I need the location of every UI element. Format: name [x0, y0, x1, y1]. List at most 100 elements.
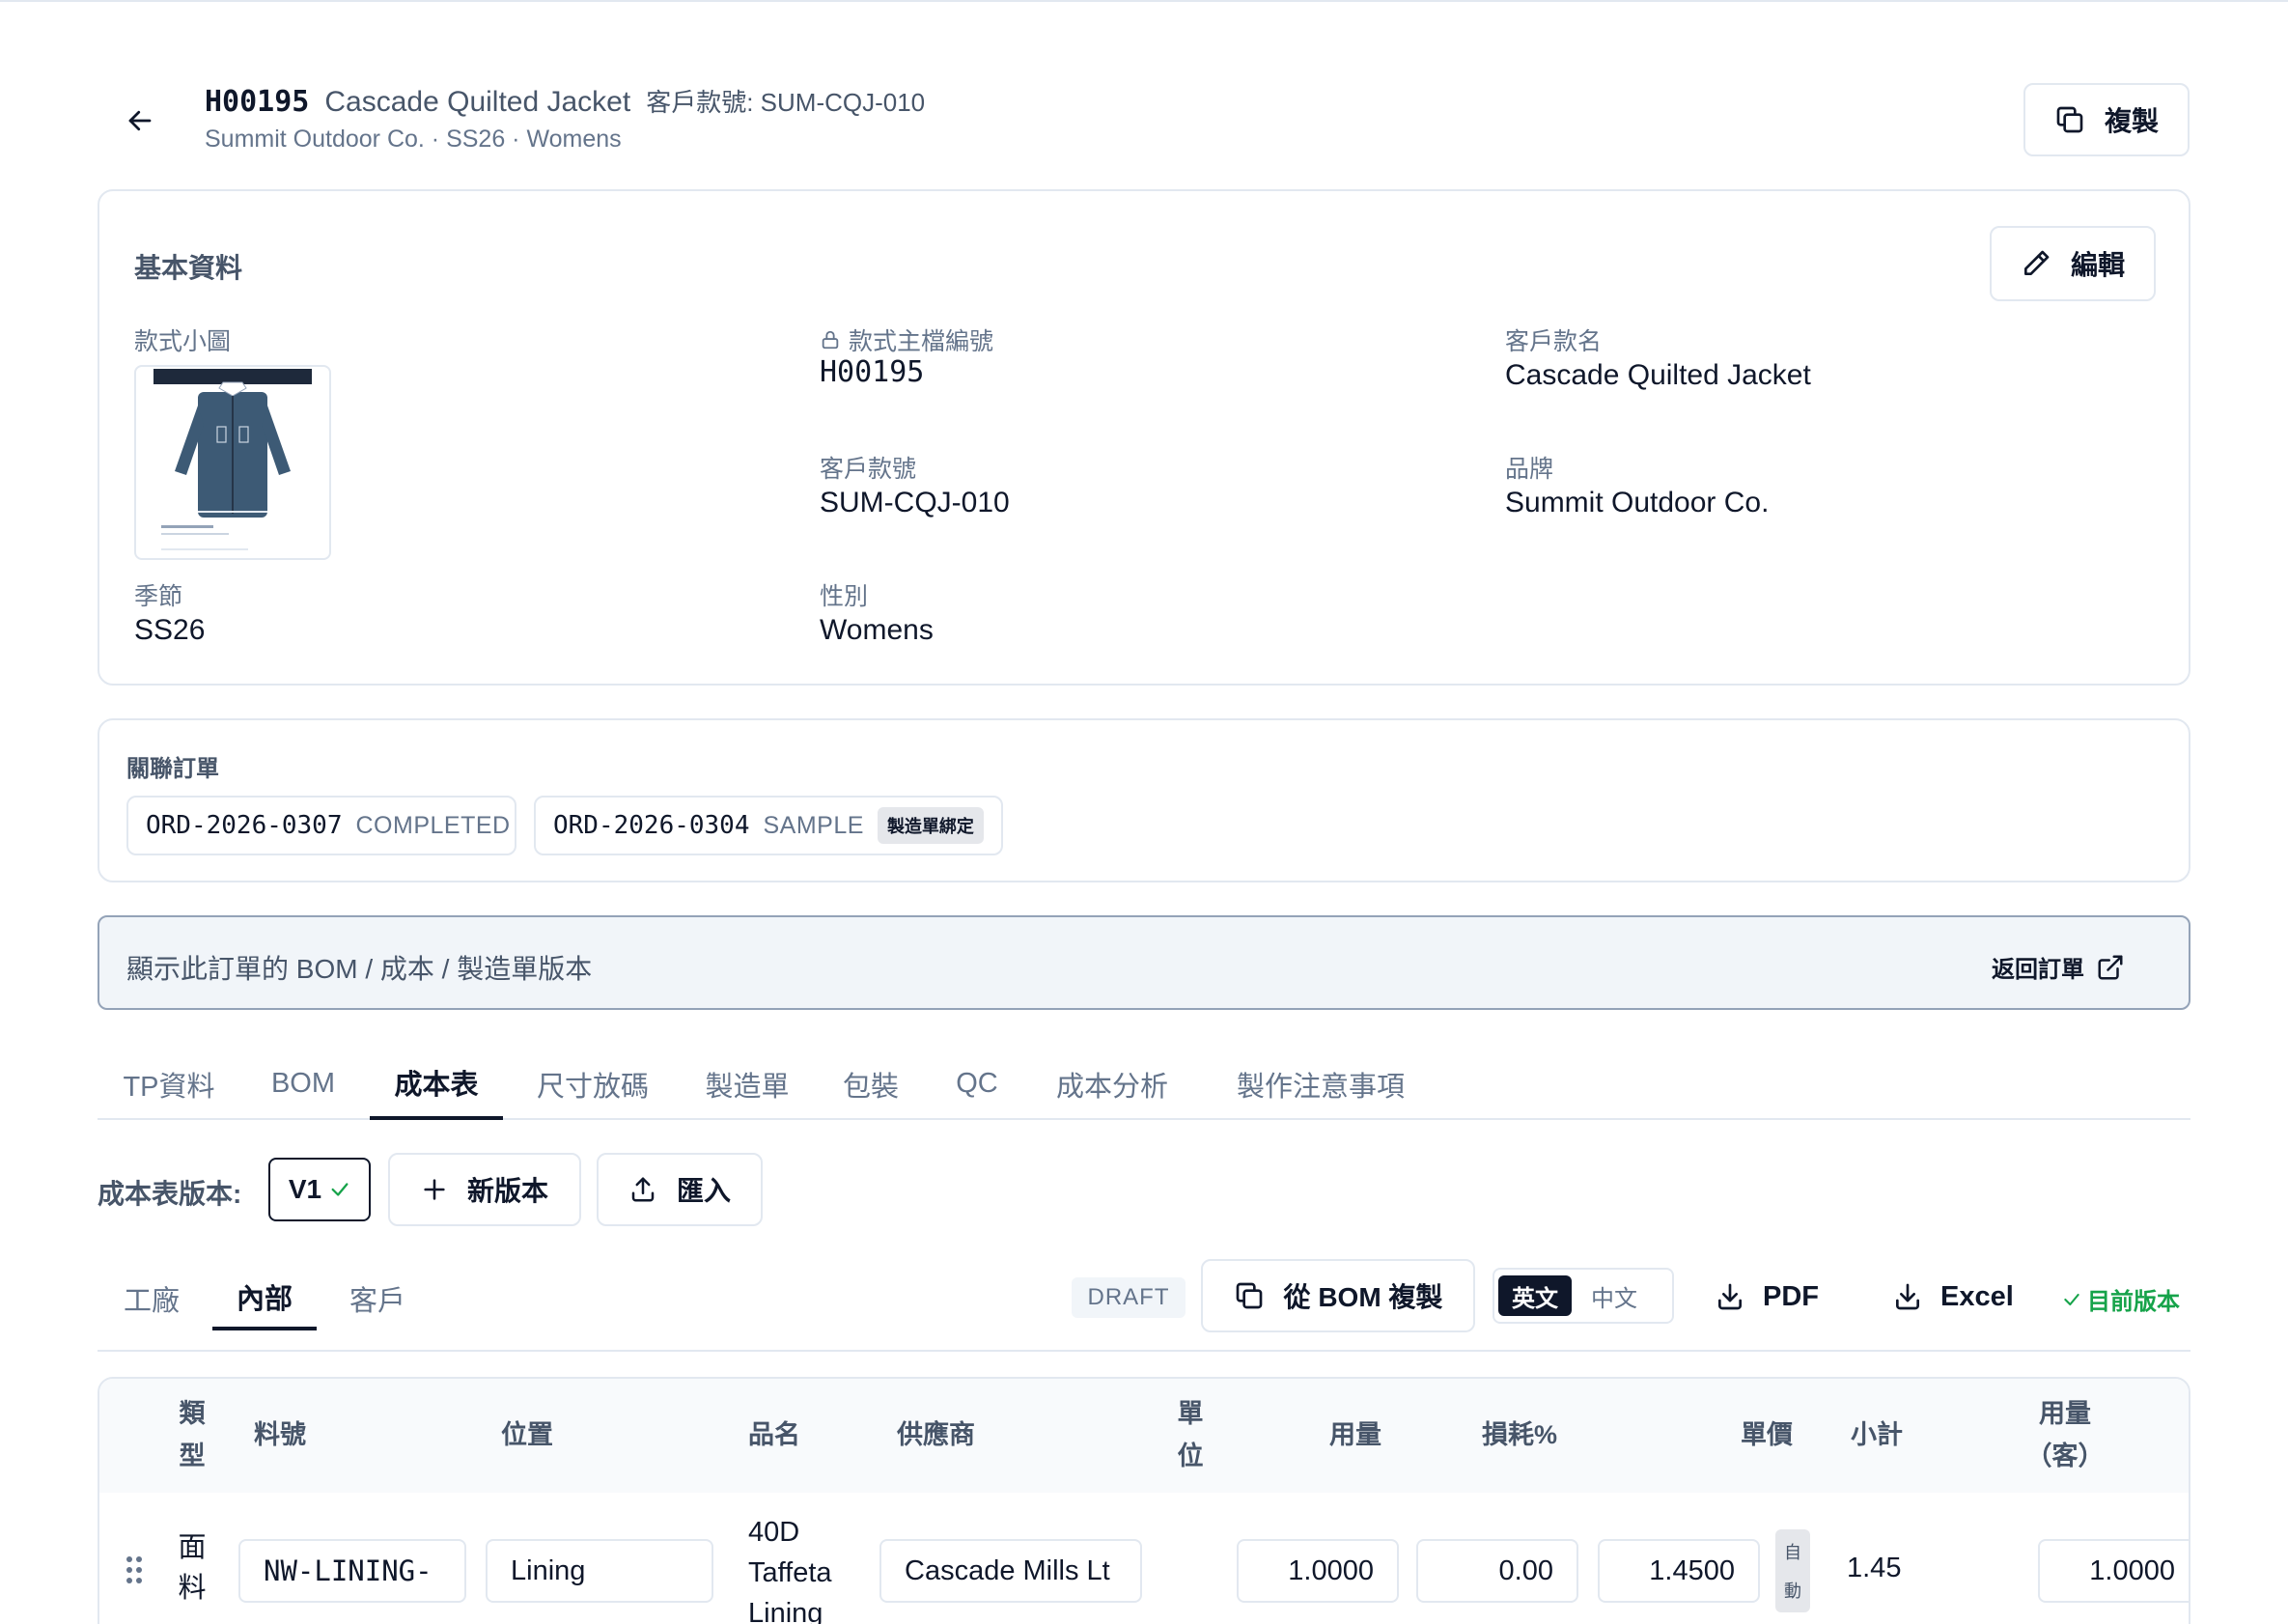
- export-pdf-button[interactable]: PDF: [1715, 1263, 1819, 1330]
- copy-label: 複製: [2104, 106, 2159, 136]
- jacket-sketch-image: [153, 369, 312, 550]
- tab-cost-sheet[interactable]: 成本表: [370, 1048, 503, 1120]
- master-no-value: H00195: [820, 355, 925, 389]
- subtab-factory[interactable]: 工廠: [120, 1267, 183, 1330]
- tab-production-notes[interactable]: 製作注意事項: [1233, 1048, 1409, 1120]
- item-no-input[interactable]: NW-LINING-: [238, 1539, 466, 1603]
- top-border: [0, 0, 2288, 2]
- season-label: 季節: [134, 583, 183, 610]
- tab-bom[interactable]: BOM: [267, 1048, 339, 1120]
- col-subtotal: 小計: [1851, 1420, 1903, 1449]
- order-chip[interactable]: ORD-2026-0307 COMPLETED: [126, 796, 516, 855]
- gender-label: 性別: [820, 583, 869, 610]
- main-tabs: TP資料 BOM 成本表 尺寸放碼 製造單 包裝 QC 成本分析 製作注意事項: [98, 1048, 2190, 1120]
- page-title: H00195 Cascade Quilted Jacket 客戶款號: SUM-…: [205, 83, 925, 119]
- subtabs-divider: [98, 1350, 2190, 1352]
- new-version-button[interactable]: 新版本: [388, 1153, 581, 1226]
- supplier-input[interactable]: Cascade Mills Lt: [879, 1539, 1142, 1603]
- order-context-notice: 顯示此訂單的 BOM / 成本 / 製造單版本 返回訂單: [98, 915, 2190, 1010]
- master-no-label: 款式主檔編號: [820, 322, 993, 357]
- copy-button[interactable]: 複製: [2023, 83, 2190, 156]
- copy-from-bom-button[interactable]: 從 BOM 複製: [1201, 1259, 1475, 1332]
- table-header: 類 型 料號 位置 品名 供應商 單 位 用量 損耗% 單價 小計 用量 （客）: [99, 1379, 2189, 1493]
- col-type: 類 型: [179, 1399, 206, 1470]
- cost-version-label: 成本表版本:: [98, 1179, 242, 1209]
- unit-price-input[interactable]: 1.4500: [1598, 1539, 1760, 1603]
- order-bound-badge: 製造單綁定: [877, 807, 984, 844]
- col-position: 位置: [501, 1420, 553, 1449]
- gender-value: Womens: [820, 614, 934, 646]
- col-unit: 單 位: [1177, 1399, 1204, 1470]
- tab-cost-analysis[interactable]: 成本分析: [1053, 1048, 1171, 1120]
- linked-orders-card: 關聯訂單 ORD-2026-0307 COMPLETED ORD-2026-03…: [98, 718, 2190, 882]
- current-version-indicator: 目前版本: [2062, 1282, 2180, 1316]
- position-input[interactable]: Lining: [486, 1539, 713, 1603]
- col-product: 品名: [748, 1420, 800, 1449]
- col-usage: 用量: [1329, 1420, 1381, 1449]
- customer-no-label: 客戶款號: [820, 456, 917, 483]
- tab-manufacturing-order[interactable]: 製造單: [704, 1048, 791, 1120]
- tab-size-grading[interactable]: 尺寸放碼: [534, 1048, 652, 1120]
- check-icon: [2064, 1293, 2079, 1305]
- order-code: ORD-2026-0304: [553, 811, 750, 840]
- style-name: Cascade Quilted Jacket: [324, 86, 631, 118]
- copy-icon: [2056, 106, 2083, 133]
- row-subtotal: 1.45: [1847, 1553, 1902, 1583]
- usage-input[interactable]: 1.0000: [1237, 1539, 1399, 1603]
- drag-handle-icon[interactable]: [125, 1554, 144, 1585]
- customer-style-no: 客戶款號: SUM-CQJ-010: [646, 88, 926, 117]
- lang-zh-option[interactable]: 中文: [1577, 1275, 1651, 1316]
- basic-info-card: 基本資料 編輯 款式小圖 款式主檔編號 H00195 客戶款名 Cascade …: [98, 189, 2190, 686]
- usage-customer-input[interactable]: 1.0000: [2038, 1539, 2189, 1603]
- auto-price-badge[interactable]: 自 動: [1775, 1529, 1810, 1612]
- copy-icon: [1236, 1282, 1262, 1309]
- subtab-internal[interactable]: 內部: [212, 1267, 317, 1330]
- basic-info-title: 基本資料: [134, 253, 243, 283]
- loss-input[interactable]: 0.00: [1416, 1539, 1578, 1603]
- order-chip[interactable]: ORD-2026-0304 SAMPLE 製造單綁定: [534, 796, 1003, 855]
- edit-label: 編輯: [2070, 250, 2125, 280]
- col-usage-customer: 用量 （客）: [2025, 1399, 2105, 1470]
- download-icon: [1896, 1283, 1919, 1310]
- notice-text: 顯示此訂單的 BOM / 成本 / 製造單版本: [126, 954, 593, 984]
- page-subtitle: Summit Outdoor Co. · SS26 · Womens: [205, 126, 622, 153]
- subtab-customer[interactable]: 客戶: [346, 1267, 409, 1330]
- col-loss: 損耗%: [1482, 1420, 1558, 1449]
- col-supplier: 供應商: [897, 1420, 975, 1449]
- season-value: SS26: [134, 614, 206, 646]
- arrow-left-icon: [128, 110, 152, 131]
- edit-button[interactable]: 編輯: [1990, 226, 2156, 301]
- col-unit-price: 單價: [1741, 1420, 1793, 1449]
- lock-icon: [822, 330, 839, 350]
- col-item-no: 料號: [254, 1420, 306, 1449]
- back-to-order-link[interactable]: 返回訂單: [1992, 950, 2125, 984]
- style-thumbnail[interactable]: [134, 365, 331, 560]
- order-status: SAMPLE: [763, 811, 864, 839]
- pencil-icon: [2023, 250, 2050, 275]
- order-status: COMPLETED: [355, 811, 511, 839]
- import-button[interactable]: 匯入: [597, 1153, 763, 1226]
- brand-value: Summit Outdoor Co.: [1505, 487, 1770, 518]
- product-name: 40D Taffeta Lining: [748, 1517, 832, 1624]
- tab-packaging[interactable]: 包裝: [839, 1048, 903, 1120]
- customer-name-label: 客戶款名: [1505, 328, 1603, 355]
- external-link-icon: [2098, 955, 2123, 979]
- export-excel-button[interactable]: Excel: [1892, 1263, 2014, 1330]
- back-button[interactable]: [116, 97, 164, 145]
- style-code: H00195: [205, 85, 310, 119]
- tab-tp-info[interactable]: TP資料: [123, 1048, 215, 1120]
- upload-icon: [631, 1177, 655, 1202]
- language-toggle: 英文 中文: [1493, 1268, 1674, 1324]
- check-icon: [331, 1183, 349, 1196]
- version-chip-v1[interactable]: V1: [268, 1158, 371, 1221]
- customer-name-value: Cascade Quilted Jacket: [1505, 359, 1811, 391]
- brand-label: 品牌: [1505, 456, 1554, 483]
- download-icon: [1718, 1283, 1742, 1310]
- tab-qc[interactable]: QC: [953, 1048, 1001, 1120]
- cost-table: 類 型 料號 位置 品名 供應商 單 位 用量 損耗% 單價 小計 用量 （客）…: [98, 1377, 2190, 1624]
- plus-icon: [424, 1179, 445, 1200]
- customer-no-value: SUM-CQJ-010: [820, 487, 1010, 518]
- thumb-label: 款式小圖: [134, 328, 232, 355]
- order-code: ORD-2026-0307: [146, 811, 343, 840]
- lang-en-option[interactable]: 英文: [1498, 1275, 1572, 1316]
